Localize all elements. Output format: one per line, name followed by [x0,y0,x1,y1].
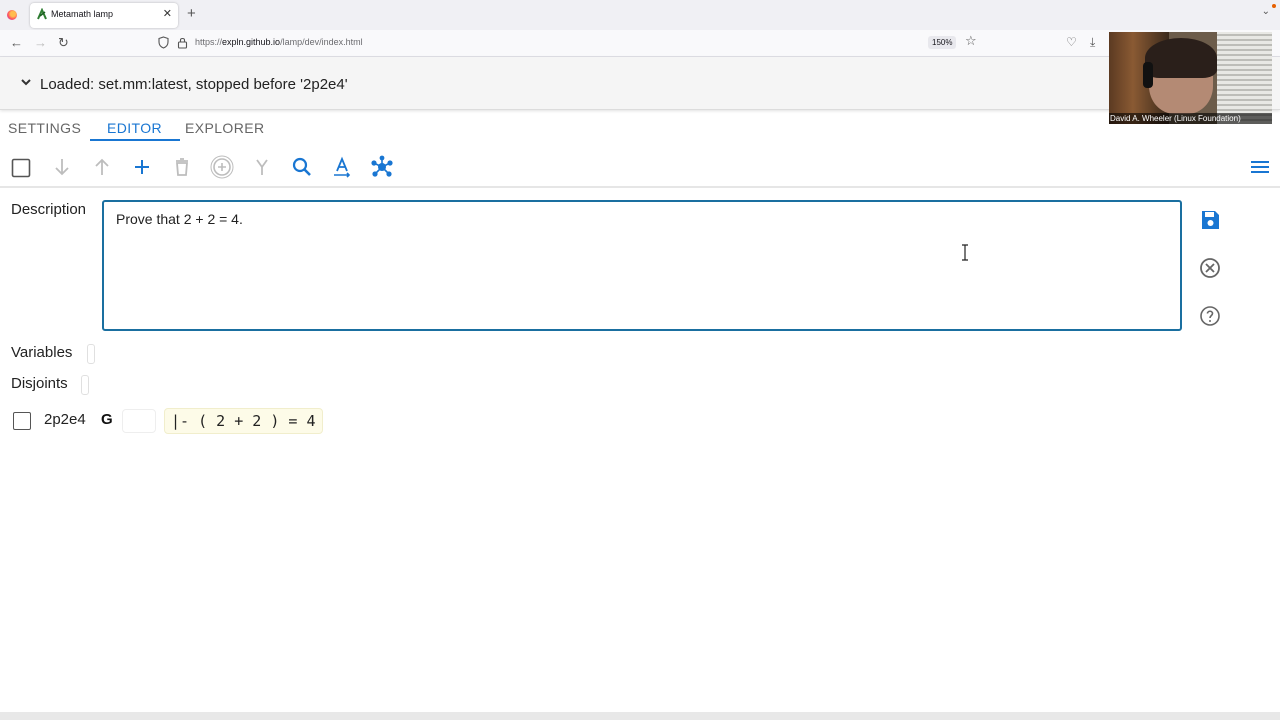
delete-icon[interactable] [170,155,194,179]
add-step-icon[interactable] [130,155,154,179]
editor-toolbar [0,150,1280,184]
browser-tab-bar: Metamath lamp ✕ + ⌄ [0,0,1280,30]
webcam-caption: David A. Wheeler (Linux Foundation) [1109,113,1272,124]
chevron-down-icon[interactable] [19,77,33,87]
webcam-person [1143,62,1153,88]
step-expression[interactable]: |- ( 2 + 2 ) = 4 [164,408,323,434]
zoom-level[interactable]: 150% [928,36,957,49]
merge-icon[interactable] [250,155,274,179]
help-icon[interactable] [1198,304,1222,328]
close-tab-icon[interactable]: ✕ [163,7,172,20]
back-icon[interactable]: ← [10,35,23,50]
metamath-lamp-icon [37,8,47,20]
step-checkbox[interactable] [13,412,31,430]
toolbar-divider [0,186,1280,188]
cancel-icon[interactable] [1198,256,1222,280]
tab-settings[interactable]: SETTINGS [8,120,81,136]
arrow-up-icon[interactable] [90,155,114,179]
lock-icon[interactable] [177,36,188,49]
forward-icon[interactable]: → [34,35,47,50]
load-status-header[interactable]: Loaded: set.mm:latest, stopped before '2… [0,57,1280,110]
pocket-icon[interactable]: ♡ [1066,35,1077,49]
disjoints-label: Disjoints [11,375,68,392]
description-label: Description [11,201,87,218]
save-icon[interactable] [1198,208,1222,232]
add-circle-icon[interactable] [210,155,234,179]
select-all-checkbox-icon[interactable] [9,155,33,179]
tab-title: Metamath lamp [51,9,114,19]
firefox-icon [7,10,17,20]
variables-label: Variables [11,344,73,361]
step-label[interactable]: 2p2e4 [44,411,86,428]
active-tab-indicator [90,139,180,141]
chevron-down-icon[interactable]: ⌄ [1262,6,1270,17]
description-textarea[interactable]: Prove that 2 + 2 = 4. [102,200,1182,331]
search-icon[interactable] [290,155,314,179]
webcam-person [1145,38,1217,78]
menu-icon[interactable] [1248,155,1272,179]
bookmark-star-icon[interactable]: ☆ [965,33,977,49]
reload-icon[interactable]: ↻ [58,35,69,51]
tab-explorer[interactable]: EXPLORER [185,120,264,136]
webcam-overlay: David A. Wheeler (Linux Foundation) [1109,32,1272,124]
download-icon[interactable]: ⤓ [1090,35,1095,50]
text-cursor-icon [962,244,968,261]
description-text[interactable]: Prove that 2 + 2 = 4. [116,211,243,227]
horizontal-scrollbar[interactable] [0,712,1280,720]
step-type[interactable]: G [101,411,113,428]
step-justification-field[interactable] [122,409,156,433]
shield-icon[interactable] [158,36,169,49]
browser-tab[interactable]: Metamath lamp ✕ [30,3,178,28]
text-substitution-icon[interactable] [330,155,354,179]
webcam-background [1217,32,1272,124]
disjoints-field[interactable] [81,375,89,395]
url-bar[interactable]: https://expln.github.io/lamp/dev/index.h… [150,32,990,54]
variables-field[interactable] [87,344,95,364]
new-tab-icon[interactable]: + [187,5,196,22]
hub-icon[interactable] [370,155,394,179]
tab-editor[interactable]: EDITOR [107,120,162,136]
url-text[interactable]: https://expln.github.io/lamp/dev/index.h… [195,37,363,47]
notification-dot [1272,4,1276,8]
browser-nav-bar: ← → ↻ https://expln.github.io/lamp/dev/i… [0,30,1280,57]
load-status-text: Loaded: set.mm:latest, stopped before '2… [40,76,348,93]
arrow-down-icon[interactable] [50,155,74,179]
